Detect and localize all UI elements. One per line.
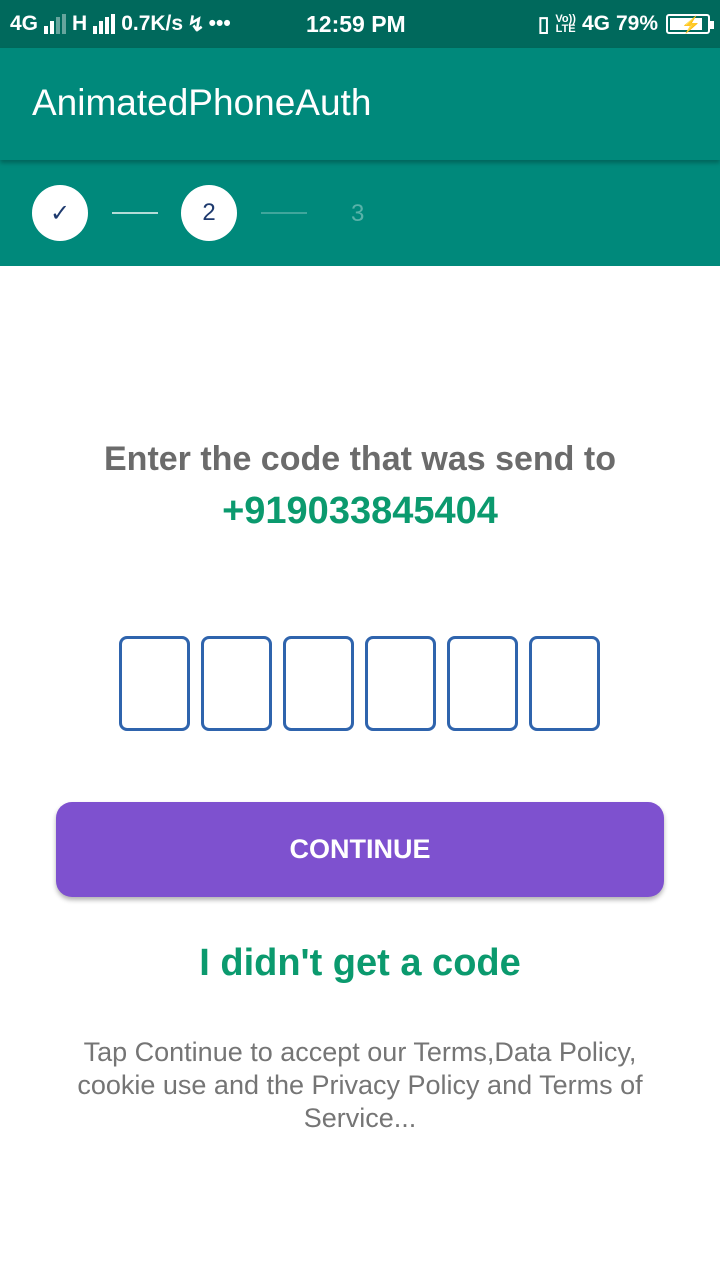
continue-button[interactable]: CONTINUE bbox=[56, 802, 664, 897]
status-right: ▯ Vo)) LTE 4G 79% ⚡ bbox=[537, 0, 714, 48]
resend-code-link[interactable]: I didn't get a code bbox=[0, 942, 720, 985]
lte-label: LTE bbox=[555, 23, 576, 35]
network-type-1: 4G bbox=[10, 12, 39, 35]
phone-number: +919033845404 bbox=[222, 490, 498, 532]
otp-digit-4[interactable] bbox=[365, 636, 436, 731]
battery-percent: 79% bbox=[615, 12, 658, 35]
check-icon: ✓ bbox=[49, 199, 71, 227]
signal-icon bbox=[44, 14, 67, 34]
otp-digit-2[interactable] bbox=[201, 636, 272, 731]
volte-icon: Vo)) LTE bbox=[555, 14, 576, 35]
app-title: AnimatedPhoneAuth bbox=[32, 82, 372, 123]
step-connector-2 bbox=[261, 212, 307, 214]
step-3-number: 3 bbox=[351, 200, 365, 227]
usb-icon: ↯ bbox=[187, 12, 205, 36]
step-connector-1 bbox=[112, 212, 158, 214]
status-left: 4G H 0.7K/s ↯ ••• bbox=[10, 0, 231, 48]
otp-digit-3[interactable] bbox=[283, 636, 354, 731]
step-2-number: 2 bbox=[202, 199, 216, 226]
progress-stepper: ✓ 2 3 bbox=[0, 160, 720, 266]
clock: 12:59 PM bbox=[306, 10, 406, 37]
more-notifications: ••• bbox=[208, 12, 231, 35]
vibrate-icon: ▯ bbox=[537, 12, 550, 36]
signal-icon-2 bbox=[93, 14, 116, 34]
network-type-3: 4G bbox=[581, 12, 610, 35]
app-bar: AnimatedPhoneAuth bbox=[0, 48, 720, 160]
terms-text: Tap Continue to accept our Terms,Data Po… bbox=[77, 1037, 643, 1133]
network-speed: 0.7K/s bbox=[121, 12, 184, 35]
battery-icon: ⚡ bbox=[666, 14, 714, 34]
step-2-current: 2 bbox=[181, 185, 237, 241]
network-type-2: H bbox=[72, 12, 88, 35]
status-bar: 4G H 0.7K/s ↯ ••• 12:59 PM ▯ Vo)) LTE 4G… bbox=[0, 0, 720, 48]
otp-digit-6[interactable] bbox=[529, 636, 600, 731]
code-prompt: Enter the code that was send to bbox=[104, 440, 616, 478]
step-1-complete: ✓ bbox=[32, 185, 88, 241]
otp-digit-5[interactable] bbox=[447, 636, 518, 731]
otp-digit-1[interactable] bbox=[119, 636, 190, 731]
charging-icon: ⚡ bbox=[681, 17, 701, 34]
